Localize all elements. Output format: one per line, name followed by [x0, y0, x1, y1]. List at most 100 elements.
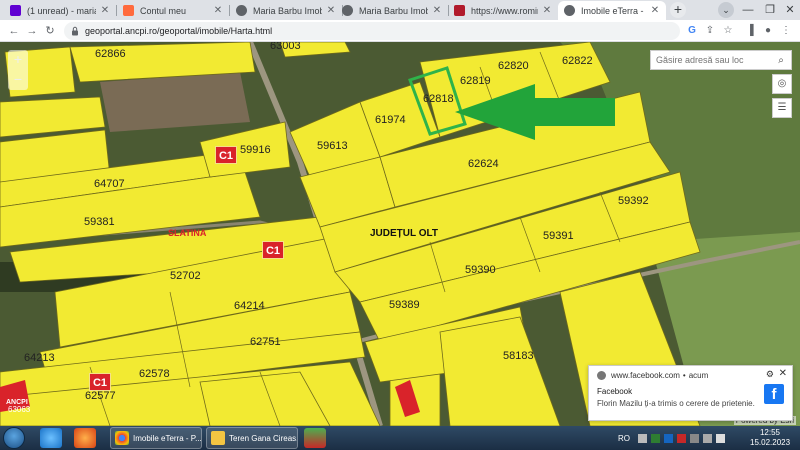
parcel-label: 62818 — [423, 93, 454, 105]
start-button[interactable] — [3, 427, 25, 449]
parcel-label: 59381 — [84, 216, 115, 228]
zoom-out-button[interactable]: − — [8, 70, 28, 90]
google-icon[interactable]: G — [684, 23, 700, 39]
parcel-label: 59613 — [317, 140, 348, 152]
tab-maria-barbu-1[interactable]: Maria Barbu Imobiliare ✕ — [230, 1, 342, 20]
parcel-label: 59916 — [240, 144, 271, 156]
tab-contul-meu[interactable]: Contul meu ✕ — [117, 1, 229, 20]
address-search-input[interactable] — [651, 55, 771, 65]
parcel-label: 63003 — [270, 42, 301, 52]
tab-imobile-eterra[interactable]: Imobile eTerra - Public ✕ — [558, 1, 666, 20]
facebook-notification[interactable]: www.facebook.com • acum ⚙ ✕ Facebook Flo… — [588, 365, 793, 421]
tab-strip: (1 unread) - mariabarbu ✕ Contul meu ✕ M… — [0, 0, 800, 20]
tray-icon[interactable] — [651, 433, 660, 443]
parcel-label: 61974 — [375, 114, 406, 126]
chrome-icon — [597, 371, 606, 380]
parcel-label: 62822 — [562, 55, 593, 67]
share-icon[interactable]: ⇪ — [702, 23, 718, 39]
zoom-in-button[interactable]: + — [8, 50, 28, 70]
network-icon[interactable] — [703, 433, 712, 443]
address-bar[interactable]: geoportal.ancpi.ro/geoportal/imobile/Har… — [64, 22, 680, 40]
parcel-label: 64214 — [234, 300, 265, 312]
romimo-icon — [454, 5, 465, 16]
tab-title: Maria Barbu Imobiliare — [253, 5, 322, 16]
tray-icon[interactable] — [638, 433, 647, 443]
tab-title: Maria Barbu Imobiliare — [359, 5, 428, 16]
minimize-button[interactable]: — — [737, 0, 759, 20]
parcel-label: 62751 — [250, 336, 281, 348]
taskbar-label: Teren Gana Cireas... — [229, 433, 298, 443]
taskbar-chrome-window[interactable]: Imobile eTerra - P... — [110, 427, 202, 449]
forward-icon[interactable]: → — [24, 23, 40, 39]
clock[interactable]: 12:55 15.02.2023 — [750, 428, 790, 448]
county-label: JUDEȚUL OLT — [370, 228, 438, 239]
notification-body: Florin Mazilu ți-a trimis o cerere de pr… — [597, 399, 755, 408]
tab-romimo[interactable]: https://www.romimo.ro ✕ — [448, 1, 558, 20]
close-icon[interactable]: ✕ — [213, 5, 223, 16]
tray-icon[interactable] — [690, 433, 699, 443]
system-tray: RO — [618, 426, 729, 450]
notification-title: Facebook — [597, 387, 633, 396]
map-search-box: ⌕ — [650, 50, 792, 70]
folder-icon — [211, 431, 225, 445]
globe-icon — [342, 5, 353, 16]
parcel-label: 62866 — [95, 48, 126, 60]
tab-title: Contul meu — [140, 5, 187, 16]
language-indicator[interactable]: RO — [618, 434, 630, 443]
tab-mail[interactable]: (1 unread) - mariabarbu ✕ — [4, 1, 116, 20]
clock-time: 12:55 — [759, 428, 781, 437]
parcel-label: 63063 — [8, 405, 31, 414]
app-icon[interactable] — [304, 428, 326, 448]
parcel-label: 62624 — [468, 158, 499, 170]
volume-icon[interactable] — [716, 433, 725, 443]
list-icon[interactable]: ☰ — [772, 98, 792, 118]
close-icon[interactable]: ✕ — [432, 5, 442, 16]
close-window-button[interactable]: ✕ — [779, 0, 800, 20]
search-icon[interactable]: ⌕ — [771, 55, 791, 66]
close-icon[interactable]: ✕ — [779, 368, 787, 379]
new-tab-button[interactable]: + — [670, 2, 686, 18]
gear-icon[interactable]: ⚙ — [766, 369, 774, 380]
close-icon[interactable]: ✕ — [650, 5, 660, 16]
close-icon[interactable]: ✕ — [100, 5, 110, 16]
zoom-control: + − — [8, 50, 28, 90]
tray-icon[interactable] — [664, 433, 673, 443]
star-icon[interactable]: ☆ — [720, 23, 736, 39]
watermark-label: ANCPI — [6, 399, 28, 406]
parcel-label: 64213 — [24, 352, 55, 364]
globe-icon — [564, 5, 575, 16]
notification-source: www.facebook.com — [611, 371, 680, 380]
globe-icon — [236, 5, 247, 16]
layers-icon[interactable]: ◎ — [772, 74, 792, 94]
reload-icon[interactable]: ↻ — [42, 23, 58, 39]
parcel-label: 62820 — [498, 60, 529, 72]
tray-icon[interactable] — [677, 433, 686, 443]
close-icon[interactable]: ✕ — [326, 5, 336, 16]
tab-title: Imobile eTerra - Public — [581, 5, 646, 16]
firefox-icon[interactable] — [74, 428, 96, 448]
parcel-label: 59392 — [618, 195, 649, 207]
yahoo-mail-icon — [10, 5, 21, 16]
tab-maria-barbu-2[interactable]: Maria Barbu Imobiliare ✕ — [336, 1, 448, 20]
browser-toolbar: ← → ↻ geoportal.ancpi.ro/geoportal/imobi… — [0, 20, 800, 42]
menu-icon[interactable]: ⋮ — [778, 23, 794, 39]
parcel-label: 59389 — [389, 299, 420, 311]
parcel-label: 62819 — [460, 75, 491, 87]
building-tag: C1 — [215, 146, 237, 164]
internet-explorer-icon[interactable] — [40, 428, 62, 448]
taskbar: Imobile eTerra - P... Teren Gana Cireas.… — [0, 426, 800, 450]
city-label: SLATINA — [168, 228, 207, 238]
taskbar-label: Imobile eTerra - P... — [133, 433, 202, 443]
side-panel-icon[interactable]: ▐ — [742, 23, 758, 39]
parcel-label: 62578 — [139, 368, 170, 380]
back-icon[interactable]: ← — [6, 23, 22, 39]
building-tag: C1 — [262, 241, 284, 259]
facebook-icon: f — [764, 384, 784, 404]
parcel-label: 59390 — [465, 264, 496, 276]
tab-title: (1 unread) - mariabarbu — [27, 5, 96, 16]
taskbar-folder-window[interactable]: Teren Gana Cireas... — [206, 427, 298, 449]
close-icon[interactable]: ✕ — [542, 5, 552, 16]
maximize-button[interactable]: ❐ — [759, 0, 781, 20]
profile-icon[interactable]: ● — [760, 23, 776, 39]
chevron-down-icon[interactable]: ⌄ — [718, 2, 734, 18]
